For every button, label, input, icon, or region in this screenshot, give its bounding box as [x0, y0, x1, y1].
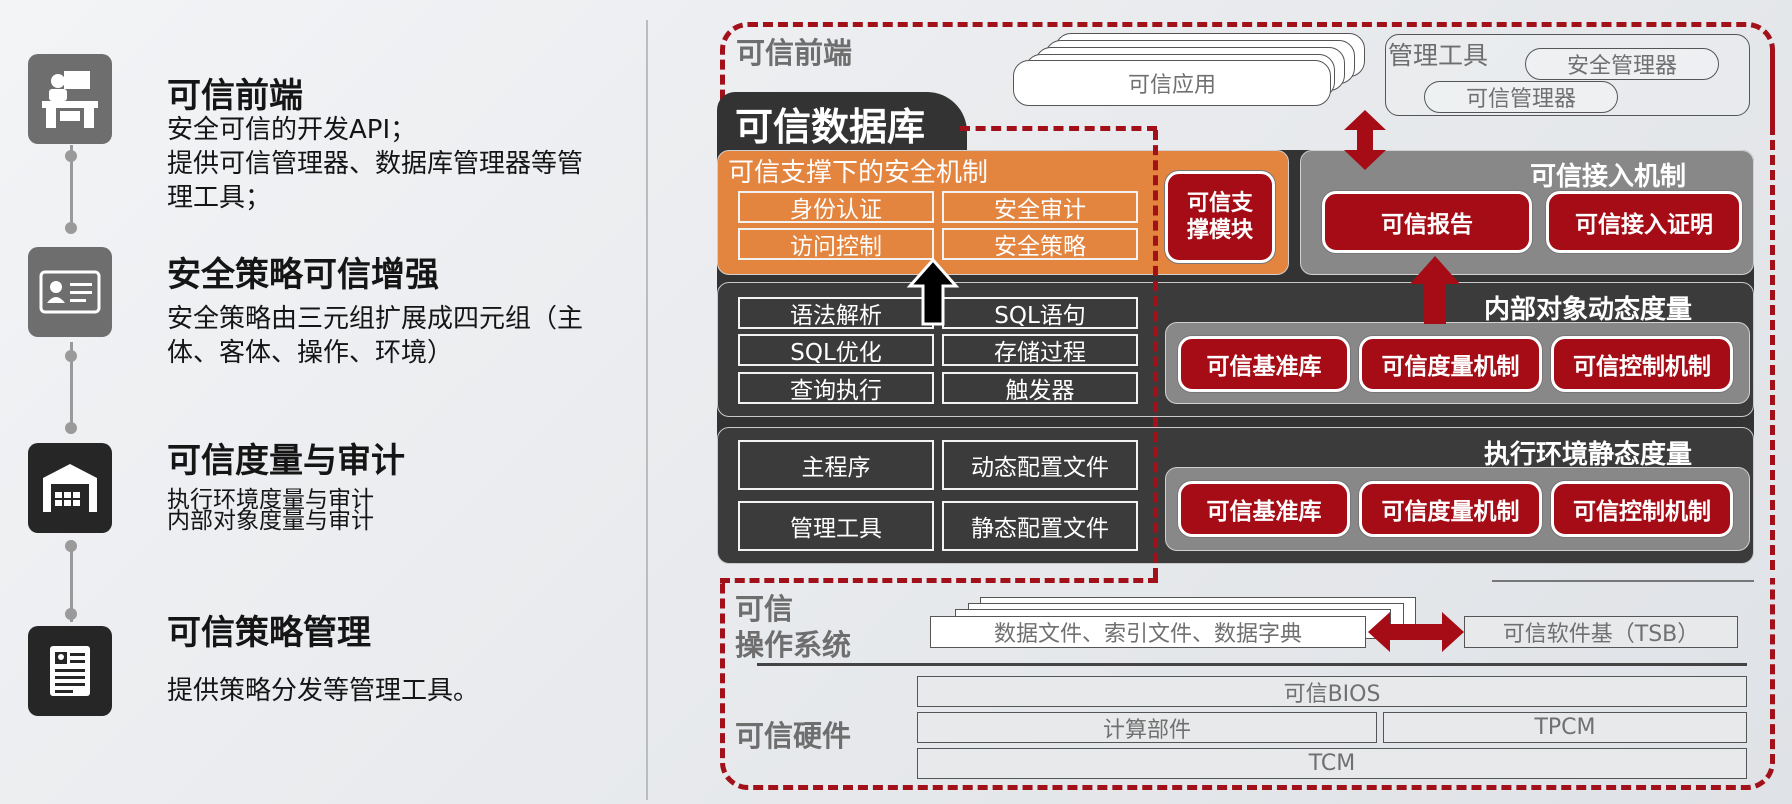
right-dashed-border: [1770, 50, 1775, 570]
access-proof-button[interactable]: 可信接入证明: [1546, 191, 1742, 253]
database-dashed-divider: [1153, 130, 1158, 578]
static-measure-button[interactable]: 可信度量机制: [1359, 481, 1542, 537]
frontend-label: 可信前端: [736, 36, 853, 70]
program-cell: 动态配置文件: [942, 440, 1138, 490]
os-hardware-separator: [757, 663, 1747, 666]
security-manager-pill: 安全管理器: [1525, 48, 1719, 80]
dynamic-control-button[interactable]: 可信控制机制: [1551, 336, 1733, 392]
program-cell: 管理工具: [738, 501, 934, 551]
access-control-cell: 访问控制: [738, 228, 934, 260]
timeline-dot: [65, 608, 77, 620]
dynamic-baseline-button[interactable]: 可信基准库: [1178, 336, 1350, 392]
tcm-box: TCM: [917, 748, 1747, 779]
feature-description: 安全可信的开发API； 提供可信管理器、数据库管理器等管 理工具；: [167, 113, 627, 215]
feature-title: 可信度量与审计: [167, 441, 405, 481]
up-arrow-icon: [1410, 256, 1460, 324]
trusted-app-card: 可信应用: [1013, 60, 1331, 106]
support-module-label: 可信支撑模块: [1186, 191, 1253, 243]
program-cell: 静态配置文件: [942, 501, 1138, 551]
hardware-label: 可信硬件: [735, 719, 852, 753]
program-cell: 主程序: [738, 440, 934, 490]
timeline-dot: [65, 222, 77, 234]
compute-box: 计算部件: [917, 712, 1377, 743]
feature-list: 可信前端 安全可信的开发API； 提供可信管理器、数据库管理器等管 理工具； 安…: [0, 0, 650, 804]
data-files-box: 数据文件、索引文件、数据字典: [930, 616, 1366, 648]
os-dashed-top: [720, 578, 1158, 583]
description-line: 提供策略分发等管理工具。: [167, 676, 480, 706]
timeline-dot: [65, 422, 77, 434]
feature-title: 可信策略管理: [167, 613, 371, 653]
warehouse-icon: [28, 443, 112, 533]
id-card-icon: [28, 247, 112, 337]
engine-cell: SQL优化: [738, 334, 934, 366]
management-tools-label: 管理工具: [1388, 41, 1489, 70]
access-mechanism-title: 可信接入机制: [1530, 162, 1687, 192]
frontend-dashed-step: [960, 126, 1157, 131]
database-label: 可信数据库: [717, 92, 967, 154]
engine-cell: 语法解析: [738, 297, 934, 329]
feature-description: 提供策略分发等管理工具。: [167, 674, 627, 708]
feature-title: 安全策略可信增强: [167, 255, 439, 295]
description-line: 内部对象度量与审计: [167, 508, 374, 534]
feature-description: 安全策略由三元组扩展成四元组（主 体、客体、操作、环境）: [167, 302, 627, 370]
bios-box: 可信BIOS: [917, 676, 1747, 707]
auth-cell: 身份认证: [738, 191, 934, 223]
engine-cell: 存储过程: [942, 334, 1138, 366]
timeline-dot: [65, 540, 77, 552]
description-line: 安全可信的开发API；: [167, 115, 417, 145]
static-control-button[interactable]: 可信控制机制: [1551, 481, 1733, 537]
feature-description: 执行环境度量与审计 内部对象度量与审计: [167, 489, 627, 534]
trusted-report-button[interactable]: 可信报告: [1322, 191, 1532, 253]
os-separator: [1492, 580, 1754, 582]
description-line: 体、客体、操作、环境）: [167, 338, 454, 368]
description-line: 提供可信管理器、数据库管理器等管: [167, 149, 584, 179]
timeline-dot: [65, 350, 77, 362]
tpcm-box: TPCM: [1383, 712, 1747, 743]
engine-cell: SQL语句: [942, 297, 1138, 329]
dynamic-measure-button[interactable]: 可信度量机制: [1359, 336, 1542, 392]
static-measure-title: 执行环境静态度量: [1484, 440, 1693, 470]
document-form-icon: [28, 626, 112, 716]
black-up-arrow-icon: [906, 257, 960, 326]
description-line: 理工具；: [167, 183, 272, 213]
os-label-line2: 操作系统: [735, 628, 852, 662]
vertical-divider: [646, 20, 648, 800]
audit-cell: 安全审计: [942, 191, 1138, 223]
engine-cell: 触发器: [942, 372, 1138, 404]
security-mechanism-title: 可信支撑下的安全机制: [728, 158, 989, 188]
feature-title: 可信前端: [167, 76, 303, 116]
tsb-box: 可信软件基（TSB）: [1464, 616, 1738, 648]
engine-cell: 查询执行: [738, 372, 934, 404]
dynamic-measure-title: 内部对象动态度量: [1484, 295, 1693, 325]
trusted-manager-pill: 可信管理器: [1424, 81, 1618, 113]
double-arrow-vertical-icon: [1344, 110, 1386, 170]
double-arrow-horizontal-icon: [1368, 612, 1464, 652]
desk-user-icon: [28, 54, 112, 144]
description-line: 安全策略由三元组扩展成四元组（主: [167, 304, 584, 334]
security-policy-cell: 安全策略: [942, 228, 1138, 260]
support-module-button[interactable]: 可信支撑模块: [1165, 171, 1275, 263]
static-baseline-button[interactable]: 可信基准库: [1178, 481, 1350, 537]
timeline-dot: [65, 150, 77, 162]
